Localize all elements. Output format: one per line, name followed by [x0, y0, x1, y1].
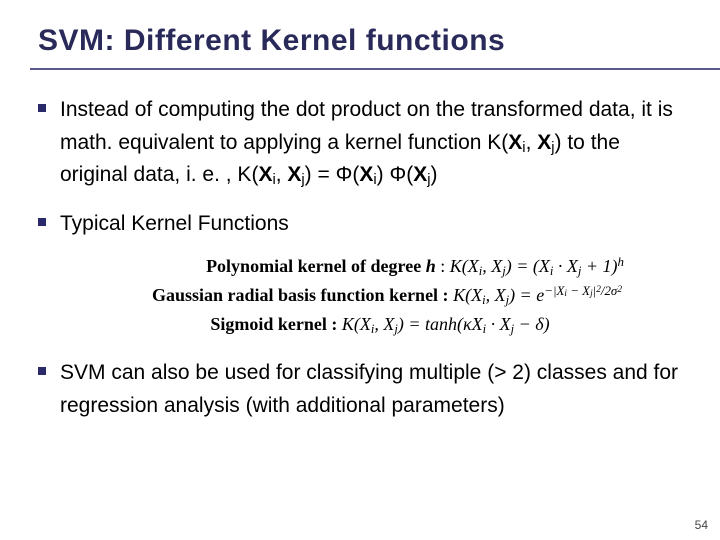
bullet-item-3: SVM can also be used for classifying mul…: [38, 357, 682, 422]
text-fragment: −|X: [544, 283, 564, 298]
text-fragment: ) = e: [509, 285, 544, 305]
bullet-text-2: Typical Kernel Functions: [60, 208, 289, 241]
sub-j: j: [394, 322, 398, 336]
text-fragment: ) = Φ(: [305, 163, 360, 186]
bullet-square-icon: [38, 218, 46, 226]
text-fragment: , X: [486, 285, 506, 305]
sub-j: j: [506, 293, 510, 307]
text-fragment: ,: [526, 131, 538, 154]
poly-kernel-formula: K(Xi, Xj) = (Xi · Xj + 1)h: [450, 256, 624, 276]
text-fragment: , X: [374, 314, 394, 334]
text-fragment: ) = tanh(κX: [398, 314, 483, 334]
var-h: h: [426, 256, 436, 276]
text-fragment: K(X: [450, 256, 479, 276]
text-fragment: /2σ: [601, 283, 617, 298]
bullet-text-1: Instead of computing the dot product on …: [60, 94, 682, 192]
bullet-text-3: SVM can also be used for classifying mul…: [60, 357, 682, 422]
sub-j: j: [427, 172, 430, 188]
poly-kernel-row: Polynomial kernel of degree h : K(Xi, Xj…: [38, 256, 682, 277]
var-x: X: [258, 163, 272, 186]
bullet-item-2: Typical Kernel Functions: [38, 208, 682, 241]
sub-i: i: [564, 288, 567, 298]
sub-i: i: [482, 293, 486, 307]
sigmoid-kernel-formula: K(Xi, Xj) = tanh(κXi · Xj − δ): [342, 314, 550, 334]
text-fragment: ) Φ(: [377, 163, 414, 186]
gauss-kernel-formula: K(Xi, Xj) = e−|Xi − Xj|2/2σ2: [453, 285, 622, 305]
slide-title: SVM: Different Kernel functions: [38, 24, 682, 58]
sub-i: i: [373, 172, 376, 188]
text-fragment: Polynomial kernel of degree: [206, 256, 426, 276]
text-fragment: , X: [482, 256, 502, 276]
sub-j: j: [502, 264, 506, 278]
sub-i: i: [522, 140, 525, 156]
var-x: X: [508, 131, 522, 154]
bullet-square-icon: [38, 104, 46, 112]
text-fragment: :: [436, 256, 450, 276]
sub-j: j: [578, 264, 582, 278]
text-fragment: · X: [486, 314, 511, 334]
var-x: X: [359, 163, 373, 186]
text-fragment: K(X: [453, 285, 482, 305]
text-fragment: ) = (X: [506, 256, 550, 276]
sigmoid-kernel-label: Sigmoid kernel :: [210, 314, 342, 334]
gauss-kernel-label: Gaussian radial basis function kernel :: [152, 285, 453, 305]
slide-content: Instead of computing the dot product on …: [38, 94, 682, 422]
sup-h: h: [618, 254, 624, 269]
gauss-kernel-row: Gaussian radial basis function kernel : …: [38, 285, 682, 306]
sub-j: j: [551, 140, 554, 156]
text-fragment: K(X: [342, 314, 371, 334]
sub-j: j: [590, 288, 593, 298]
text-fragment: − δ): [514, 314, 550, 334]
sub-i: i: [371, 322, 375, 336]
poly-kernel-label: Polynomial kernel of degree h: [206, 256, 436, 276]
bullet-item-1: Instead of computing the dot product on …: [38, 94, 682, 192]
bullet-square-icon: [38, 367, 46, 375]
sub-i: i: [479, 264, 483, 278]
kernel-equations: Polynomial kernel of degree h : K(Xi, Xj…: [38, 256, 682, 335]
page-number: 54: [695, 518, 708, 532]
sub-i: i: [550, 264, 554, 278]
gauss-exponent: −|Xi − Xj|2/2σ2: [544, 283, 622, 298]
slide: SVM: Different Kernel functions Instead …: [0, 0, 720, 540]
text-fragment: + 1): [581, 256, 617, 276]
sigmoid-kernel-row: Sigmoid kernel : K(Xi, Xj) = tanh(κXi · …: [38, 314, 682, 335]
var-x: X: [287, 163, 301, 186]
text-fragment: ,: [276, 163, 288, 186]
title-underline: [30, 68, 720, 70]
sub-j: j: [301, 172, 304, 188]
sup-2: 2: [596, 285, 601, 295]
sub-i: i: [483, 322, 487, 336]
sup-2: 2: [617, 285, 622, 295]
var-x: X: [413, 163, 427, 186]
text-fragment: · X: [553, 256, 578, 276]
text-fragment: − X: [567, 283, 590, 298]
text-fragment: ): [431, 163, 438, 186]
var-x: X: [537, 131, 551, 154]
sub-j: j: [511, 322, 515, 336]
sub-i: i: [272, 172, 275, 188]
